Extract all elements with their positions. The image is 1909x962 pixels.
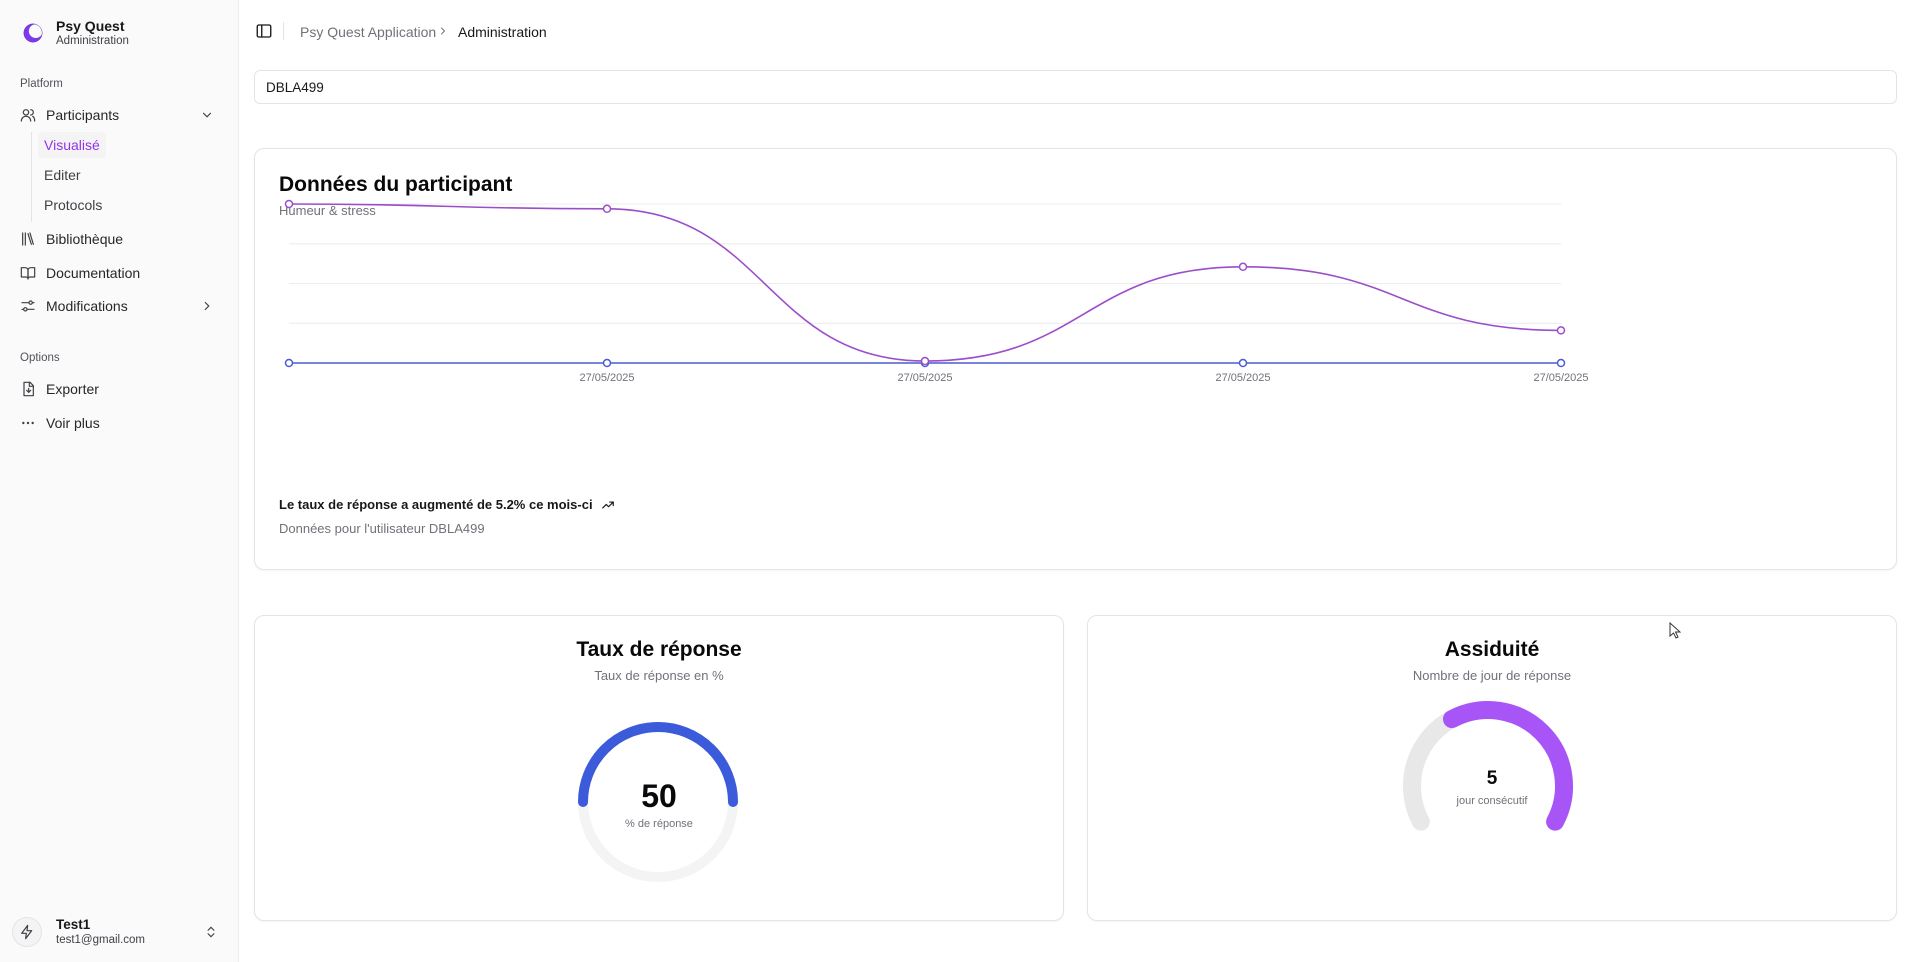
trend-text: Le taux de réponse a augmenté de 5.2% ce… (279, 497, 593, 512)
attendance-card: Assiduité Nombre de jour de réponse 5 jo… (1087, 615, 1897, 921)
participant-data-card: Données du participant Humeur & stress 2… (254, 148, 1897, 570)
sidebar-item-label: Modifications (46, 298, 128, 314)
data-point[interactable] (602, 358, 612, 368)
main-content: Psy Quest Application Administration Don… (238, 0, 1909, 962)
chevron-down-icon (202, 112, 212, 118)
sidebar-item-voir-plus[interactable]: Voir plus (12, 408, 222, 438)
line-chart: 27/05/2025 27/05/2025 27/05/2025 27/05/2025 (284, 199, 1589, 384)
trend-footer: Le taux de réponse a augmenté de 5.2% ce… (279, 497, 615, 512)
data-point[interactable] (1238, 262, 1248, 272)
data-point[interactable] (1556, 358, 1566, 368)
file-export-icon (23, 381, 34, 397)
sidebar-item-label: Participants (46, 107, 120, 123)
x-tick-label: 27/05/2025 (897, 372, 952, 384)
rate-value: 50 (641, 778, 677, 814)
data-point[interactable] (284, 358, 294, 368)
sidebar-item-documentation[interactable]: Documentation (12, 258, 222, 288)
breadcrumb-app[interactable]: Psy Quest Application (300, 24, 436, 40)
crescent-logo-icon (23, 23, 43, 43)
brand-subtitle: Administration (56, 35, 129, 47)
data-point[interactable] (284, 199, 294, 209)
sliders-icon (21, 300, 35, 312)
chevron-right-icon (441, 27, 446, 35)
sidebar-item-participants[interactable]: Participants (12, 100, 222, 130)
series-line (288, 203, 1562, 362)
header: Psy Quest Application Administration (239, 0, 1909, 64)
brand-title: Psy Quest (56, 18, 125, 34)
bolt-icon (21, 924, 33, 940)
user-name: Test1 (56, 916, 91, 932)
data-point[interactable] (1238, 358, 1248, 368)
data-point[interactable] (602, 204, 612, 214)
library-icon (22, 232, 34, 246)
sidebar-toggle-icon[interactable] (255, 22, 273, 40)
sidebar-item-modifications[interactable]: Modifications (12, 291, 222, 321)
ellipsis-icon (22, 421, 34, 425)
response-rate-gauge (578, 722, 738, 882)
platform-label: Platform (20, 78, 63, 90)
x-tick-label: 27/05/2025 (579, 372, 634, 384)
response-rate-card: Taux de réponse Taux de réponse en % 50 … (254, 615, 1064, 921)
chevrons-up-down-icon (207, 926, 215, 938)
sub-item-protocols[interactable]: Protocols (38, 192, 108, 218)
sidebar-item-label: Bibliothèque (46, 231, 124, 247)
mouse-cursor-icon (1669, 622, 1681, 639)
data-point[interactable] (920, 356, 930, 366)
x-tick-label: 27/05/2025 (1533, 372, 1588, 384)
sub-item-editer[interactable]: Editer (38, 162, 87, 188)
options-label: Options (20, 352, 60, 364)
sidebar-item-label: Exporter (46, 381, 99, 397)
user-email: test1@gmail.com (56, 933, 146, 946)
header-divider (283, 22, 284, 40)
sidebar-item-label: Documentation (46, 265, 141, 281)
sidebar-item-exporter[interactable]: Exporter (12, 374, 222, 404)
user-menu[interactable]: Test1 test1@gmail.com (12, 910, 222, 954)
trending-up-icon (601, 501, 614, 508)
attendance-unit: jour consécutif (1456, 795, 1528, 807)
sidebar-item-label: Voir plus (46, 415, 100, 431)
book-open-icon (20, 267, 36, 280)
brand[interactable]: Psy Quest Administration (22, 18, 129, 48)
users-icon (20, 109, 36, 122)
data-point[interactable] (1556, 326, 1566, 335)
avatar (12, 917, 42, 947)
data-note: Données pour l'utilisateur DBLA499 (279, 521, 485, 536)
x-tick-label: 27/05/2025 (1215, 372, 1270, 384)
sidebar-item-bibliotheque[interactable]: Bibliothèque (12, 224, 222, 254)
breadcrumb-current: Administration (458, 24, 547, 40)
participant-id-input[interactable] (254, 70, 1897, 104)
rate-unit: % de réponse (625, 818, 693, 830)
attendance-value: 5 (1486, 768, 1498, 789)
chevron-right-icon (204, 301, 210, 311)
sidebar: Psy Quest Administration Platform Partic… (0, 0, 238, 962)
submenu-line (31, 132, 32, 222)
sub-item-visualise[interactable]: Visualisé (38, 132, 106, 158)
